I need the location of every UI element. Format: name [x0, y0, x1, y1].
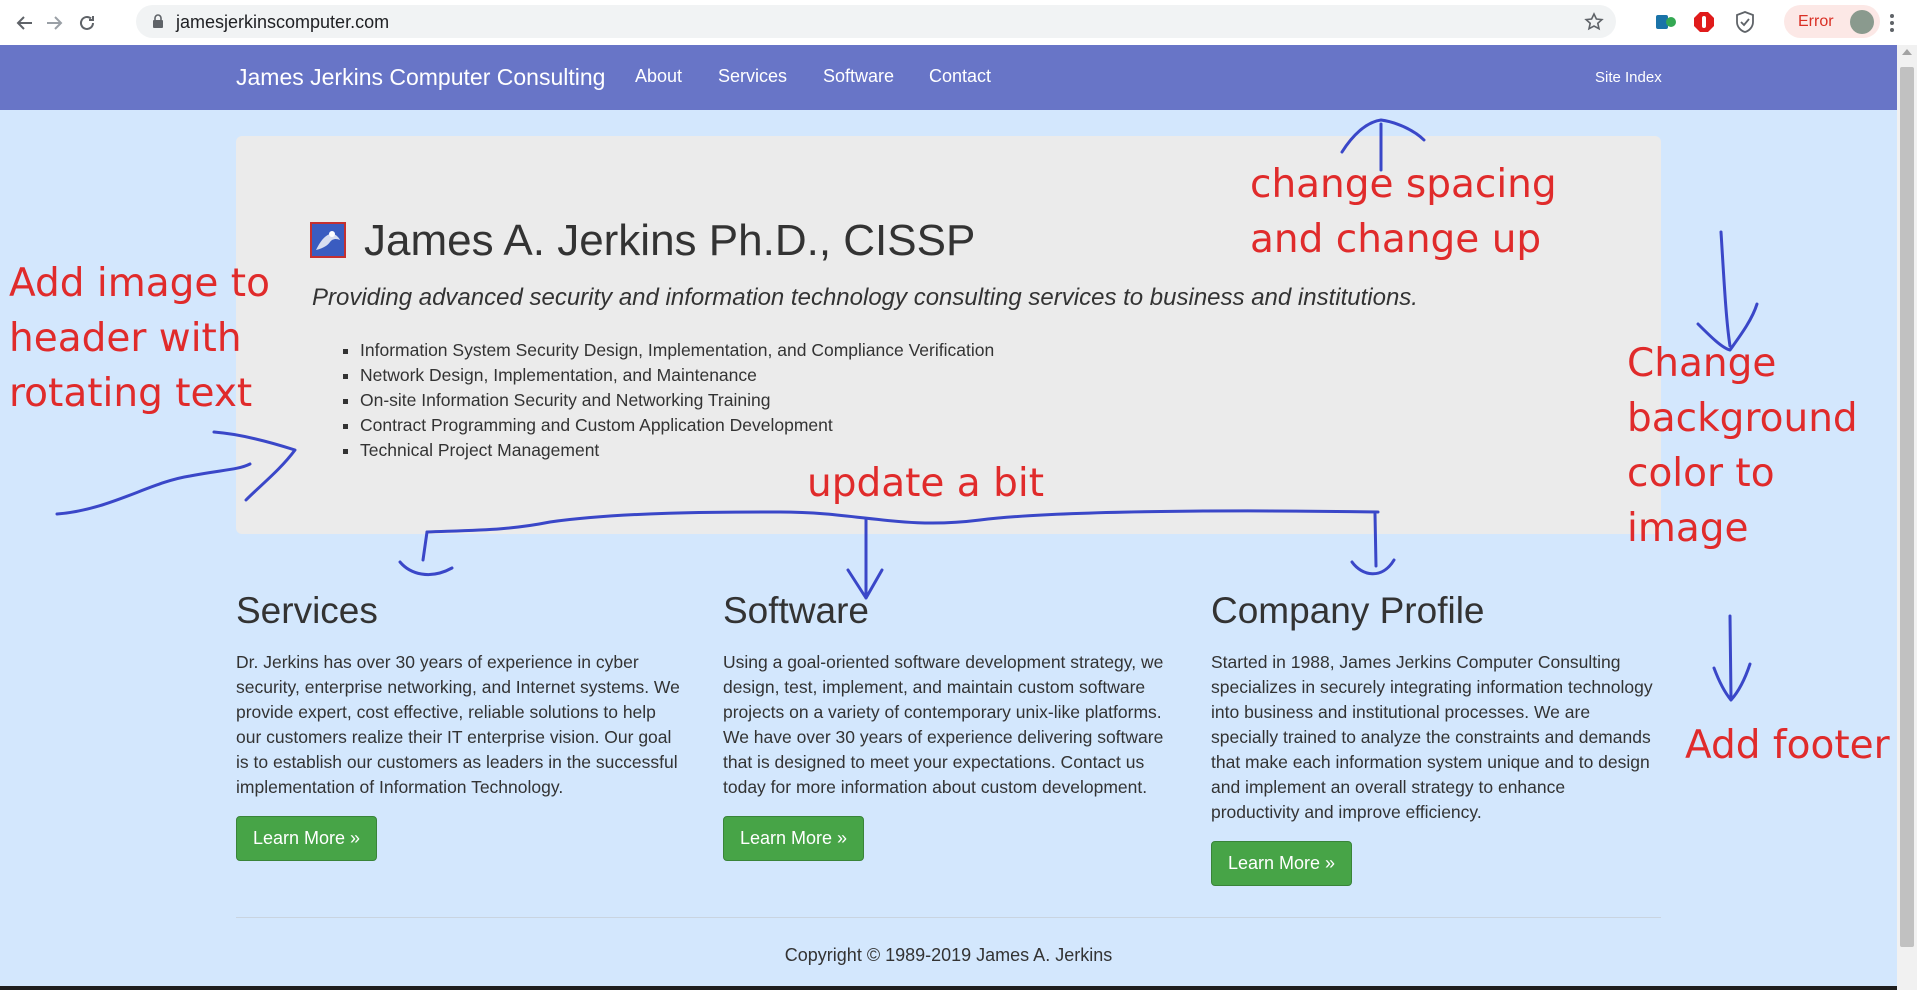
nav-link-contact[interactable]: Contact — [929, 66, 991, 87]
lock-icon — [152, 14, 164, 33]
avatar-icon — [1850, 10, 1874, 34]
bracket-left-arrow — [398, 530, 454, 577]
services-learn-more-button[interactable]: Learn More » — [236, 816, 378, 861]
services-column: Services Dr. Jerkins has over 30 years o… — [236, 590, 681, 861]
profile-error-chip[interactable]: Error — [1784, 5, 1880, 38]
annotation-line: and change up — [1250, 217, 1542, 262]
services-list: Information System Security Design, Impl… — [334, 338, 994, 463]
software-column: Software Using a goal-oriented software … — [723, 590, 1168, 861]
annotation-line: Add image to — [9, 261, 270, 306]
annotation-change-background: Change background color to image — [1627, 336, 1858, 556]
back-arrow-icon[interactable] — [12, 10, 38, 36]
menu-icon[interactable] — [1886, 10, 1898, 36]
star-icon[interactable] — [1584, 12, 1604, 37]
scrollbar-thumb[interactable] — [1900, 67, 1914, 947]
site-index-link[interactable]: Site Index — [1595, 69, 1662, 86]
company-profile-heading: Company Profile — [1211, 590, 1485, 631]
list-item: On-site Information Security and Network… — [360, 388, 994, 413]
extension-icon[interactable] — [1654, 10, 1678, 34]
annotation-add-image: Add image to header with rotating text — [9, 256, 270, 421]
site-navbar: James Jerkins Computer Consulting About … — [0, 45, 1897, 110]
annotation-change-spacing: change spacing and change up — [1250, 157, 1557, 267]
nav-link-software[interactable]: Software — [823, 66, 894, 87]
left-arrow-stroke — [55, 462, 252, 516]
annotation-line: change spacing — [1250, 162, 1557, 207]
software-learn-more-button[interactable]: Learn More » — [723, 816, 865, 861]
list-item: Information System Security Design, Impl… — [360, 338, 994, 363]
vertical-scrollbar[interactable] — [1897, 45, 1917, 990]
nav-link-services[interactable]: Services — [718, 66, 787, 87]
software-heading: Software — [723, 590, 870, 631]
shield-icon[interactable] — [1733, 10, 1757, 34]
list-item: Contract Programming and Custom Applicat… — [360, 413, 994, 438]
right-down-arrow-1 — [1696, 230, 1759, 352]
company-profile-text: Started in 1988, James Jerkins Computer … — [1211, 652, 1653, 822]
copyright-text: Copyright © 1989-2019 James A. Jerkins — [784, 945, 1113, 965]
forward-arrow-icon[interactable] — [41, 10, 67, 36]
annotation-line: color to — [1627, 451, 1775, 496]
annotation-add-footer: Add footer — [1685, 723, 1890, 768]
hero-subtitle: Providing advanced security and informat… — [312, 284, 1418, 311]
url-text[interactable]: jamesjerkinscomputer.com — [176, 12, 389, 33]
error-label: Error — [1798, 13, 1834, 30]
annotation-line: image — [1627, 506, 1749, 551]
address-bar[interactable]: jamesjerkinscomputer.com — [136, 5, 1616, 38]
footer-divider — [236, 917, 1661, 918]
company-profile-learn-more-button[interactable]: Learn More » — [1211, 841, 1353, 886]
annotation-line: Change — [1627, 341, 1777, 386]
annotation-line: rotating text — [9, 371, 253, 416]
nav-link-about[interactable]: About — [635, 66, 682, 87]
taskbar-strip — [0, 986, 1897, 990]
annotation-line: background — [1627, 396, 1858, 441]
reload-icon[interactable] — [74, 10, 100, 36]
services-heading: Services — [236, 590, 378, 631]
browser-toolbar: jamesjerkinscomputer.com Error — [0, 0, 1917, 46]
brand-link[interactable]: James Jerkins Computer Consulting — [236, 64, 605, 91]
company-profile-column: Company Profile Started in 1988, James J… — [1211, 590, 1656, 886]
annotation-line: header with — [9, 316, 242, 361]
annotation-update-a-bit: update a bit — [807, 461, 1044, 506]
stop-sign-icon[interactable] — [1692, 10, 1716, 34]
hero-title: James A. Jerkins Ph.D., CISSP — [364, 216, 976, 265]
logo-image — [310, 222, 346, 258]
software-text: Using a goal-oriented software developme… — [723, 652, 1164, 797]
right-down-arrow-2 — [1712, 614, 1752, 702]
scroll-up-arrow-icon[interactable] — [1902, 49, 1912, 55]
list-item: Network Design, Implementation, and Main… — [360, 363, 994, 388]
services-text: Dr. Jerkins has over 30 years of experie… — [236, 652, 680, 797]
